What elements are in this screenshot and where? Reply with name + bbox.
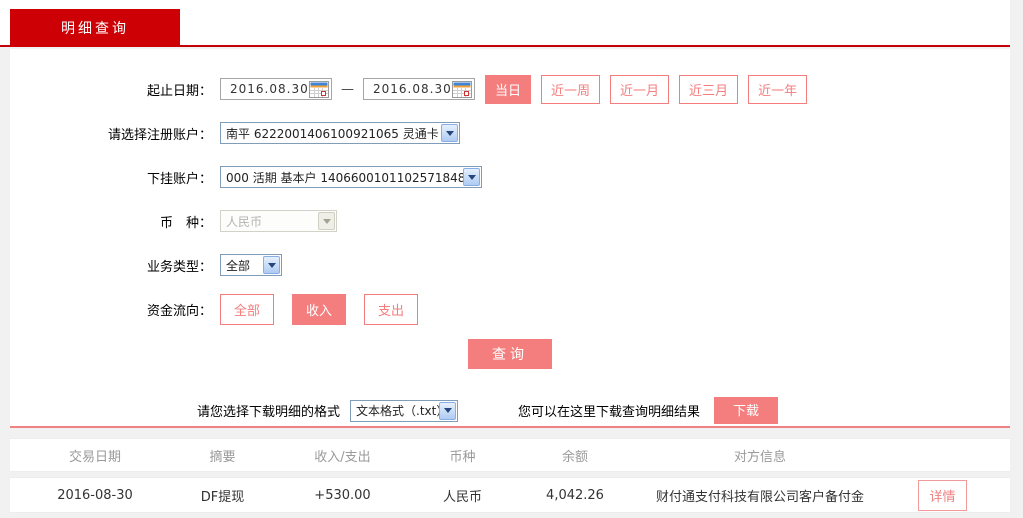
cell-amount: +530.00: [265, 488, 420, 503]
tab-bar: 明细查询: [0, 0, 1010, 47]
currency-label: 币 种：: [10, 212, 220, 231]
currency-select: 人民币: [220, 210, 337, 232]
business-type-row: 业务类型： 全部: [10, 251, 1010, 279]
chevron-down-icon[interactable]: [441, 124, 458, 142]
business-type-select[interactable]: 全部: [220, 254, 282, 276]
col-header-date: 交易日期: [10, 446, 180, 465]
currency-value: 人民币: [221, 213, 318, 230]
registered-account-row: 请选择注册账户： 南平 6222001406100921065 灵通卡: [10, 119, 1010, 147]
flow-expense-button[interactable]: 支出: [364, 294, 418, 325]
sub-account-label: 下挂账户：: [10, 168, 220, 187]
query-form-panel: 起止日期： 2016.08.30 — 2016.08.30: [10, 49, 1010, 428]
registered-account-value: 南平 6222001406100921065 灵通卡: [221, 125, 441, 142]
end-date-input[interactable]: 2016.08.30: [363, 78, 475, 100]
currency-row: 币 种： 人民币: [10, 207, 1010, 235]
tab-label: 明细查询: [61, 18, 129, 38]
business-type-value: 全部: [221, 257, 263, 274]
download-row: 请您选择下载明细的格式 文本格式（.txt） 您可以在这里下载查询明细结果 下载: [10, 397, 1010, 424]
col-header-balance: 余额: [505, 446, 645, 465]
flow-all-button[interactable]: 全部: [220, 294, 274, 325]
table-row: 2016-08-30 DF提现 +530.00 人民币 4,042.26 财付通…: [10, 477, 1010, 513]
quick-range-year-button[interactable]: 近一年: [748, 75, 807, 104]
fund-flow-label: 资金流向：: [10, 300, 220, 319]
chevron-down-icon[interactable]: [463, 168, 480, 186]
cell-counterparty: 财付通支付科技有限公司客户备付金: [645, 486, 875, 505]
download-format-label: 请您选择下载明细的格式: [197, 401, 340, 420]
quick-range-month-button[interactable]: 近一月: [610, 75, 669, 104]
calendar-icon[interactable]: [452, 81, 472, 98]
download-button[interactable]: 下载: [714, 397, 778, 424]
col-header-amount: 收入/支出: [265, 446, 420, 465]
fund-flow-row: 资金流向： 全部 收入 支出: [10, 295, 1010, 323]
quick-range-today-button[interactable]: 当日: [485, 75, 531, 104]
end-date-value: 2016.08.30: [364, 82, 452, 96]
download-hint: 您可以在这里下载查询明细结果: [518, 401, 700, 420]
query-button-row: 查询: [10, 339, 1010, 369]
flow-income-button[interactable]: 收入: [292, 294, 346, 325]
cell-currency: 人民币: [420, 486, 505, 505]
business-type-label: 业务类型：: [10, 256, 220, 275]
sub-account-select[interactable]: 000 活期 基本户 1406600101102571848: [220, 166, 482, 188]
date-range-row: 起止日期： 2016.08.30 — 2016.08.30: [10, 75, 1010, 103]
table-header-row: 交易日期 摘要 收入/支出 币种 余额 对方信息: [10, 438, 1010, 472]
detail-button[interactable]: 详情: [918, 480, 966, 511]
start-date-input[interactable]: 2016.08.30: [220, 78, 332, 100]
quick-range-3months-button[interactable]: 近三月: [679, 75, 738, 104]
query-button[interactable]: 查询: [468, 339, 552, 369]
col-header-currency: 币种: [420, 446, 505, 465]
col-header-summary: 摘要: [180, 446, 265, 465]
chevron-down-icon[interactable]: [439, 402, 456, 420]
cell-actions: 详情: [875, 480, 1010, 511]
date-range-separator: —: [341, 82, 354, 97]
chevron-down-icon: [318, 212, 335, 230]
download-format-value: 文本格式（.txt）: [351, 402, 439, 419]
quick-range-week-button[interactable]: 近一周: [541, 75, 600, 104]
download-format-select[interactable]: 文本格式（.txt）: [350, 400, 458, 422]
sub-account-row: 下挂账户： 000 活期 基本户 1406600101102571848: [10, 163, 1010, 191]
registered-account-select[interactable]: 南平 6222001406100921065 灵通卡: [220, 122, 460, 144]
cell-summary: DF提现: [180, 486, 265, 505]
cell-balance: 4,042.26: [505, 488, 645, 503]
sub-account-value: 000 活期 基本户 1406600101102571848: [221, 169, 463, 186]
tab-detail-query[interactable]: 明细查询: [10, 9, 180, 47]
start-date-value: 2016.08.30: [221, 82, 309, 96]
col-header-counterparty: 对方信息: [645, 446, 875, 465]
cell-date: 2016-08-30: [10, 488, 180, 503]
calendar-icon[interactable]: [309, 81, 329, 98]
registered-account-label: 请选择注册账户：: [10, 124, 220, 143]
date-range-label: 起止日期：: [10, 80, 220, 99]
chevron-down-icon[interactable]: [263, 256, 280, 274]
